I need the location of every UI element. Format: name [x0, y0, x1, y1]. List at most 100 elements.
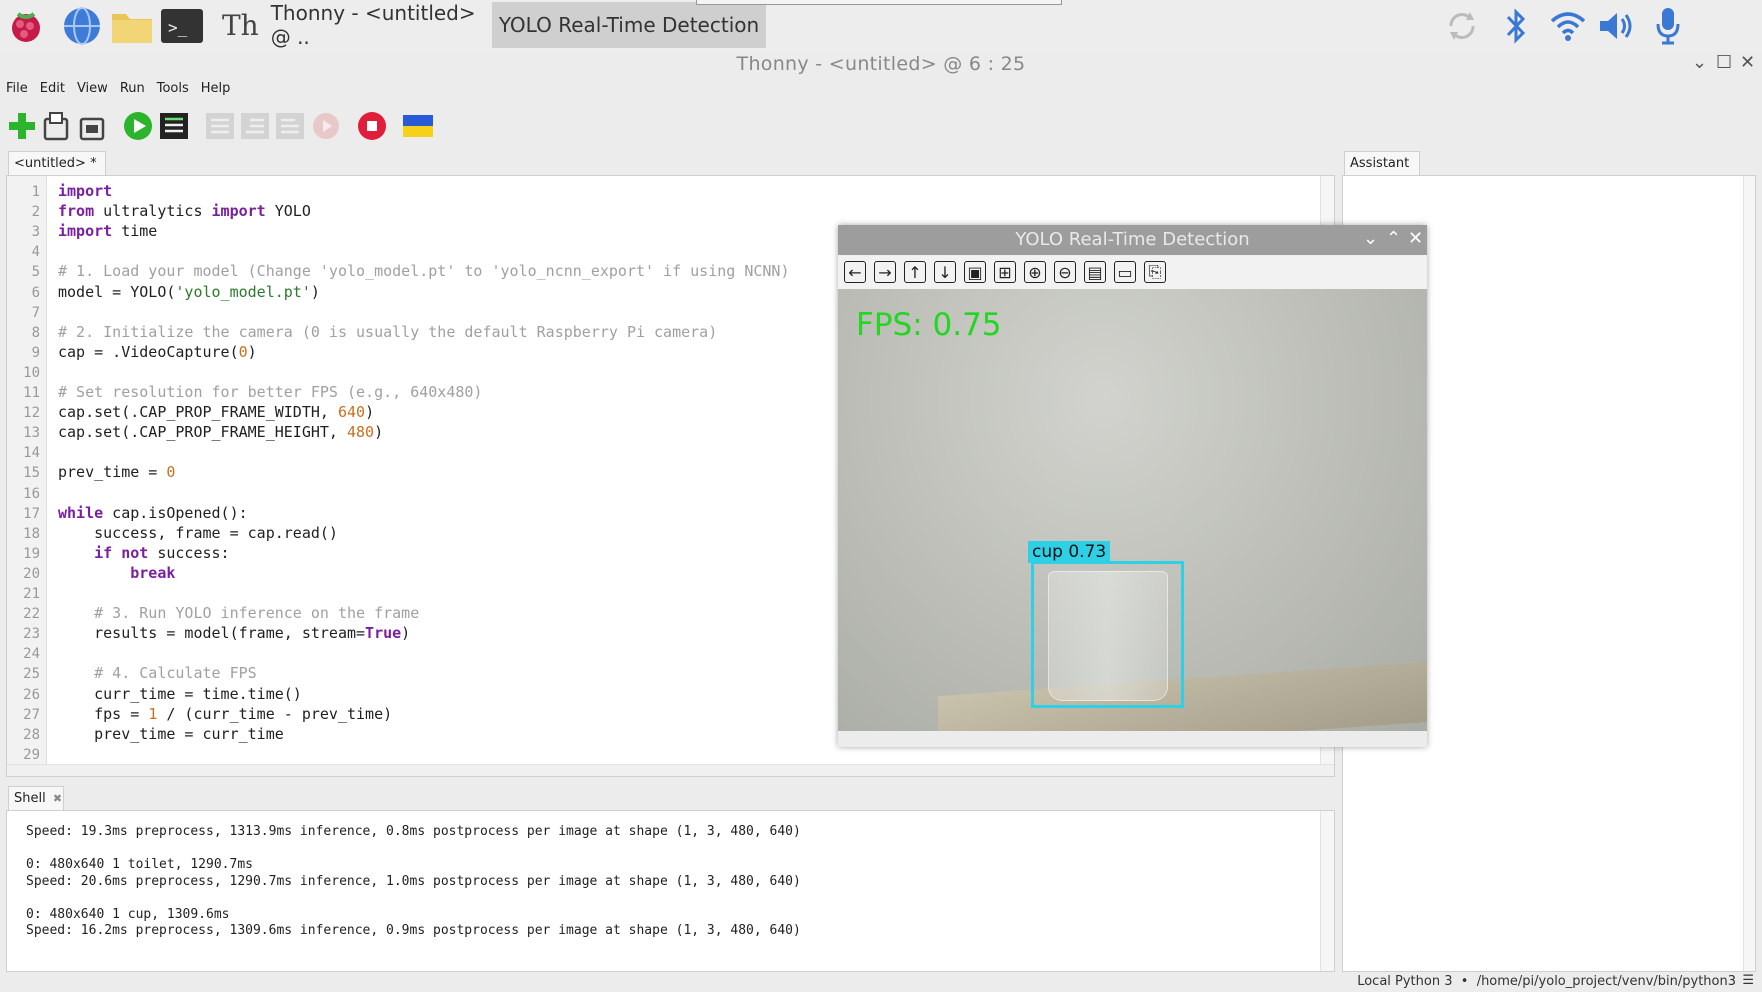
save-file-icon[interactable] [76, 110, 108, 142]
code-line[interactable]: if not success: [58, 544, 229, 562]
resume-icon[interactable] [310, 110, 342, 142]
new-file-icon[interactable] [6, 110, 38, 142]
line-number: 27 [23, 706, 40, 723]
stop-icon[interactable] [356, 110, 388, 142]
shell-panel[interactable]: Speed: 19.3ms preprocess, 1313.9ms infer… [6, 810, 1335, 972]
menu-bar: File Edit View Run Tools Help [0, 78, 236, 100]
run-icon[interactable] [122, 110, 154, 142]
tab-shell[interactable]: Shell ✖ [8, 786, 64, 811]
code-line[interactable]: import [58, 182, 121, 200]
step-over-icon[interactable] [204, 110, 236, 142]
menu-help[interactable]: Help [195, 78, 237, 100]
tab-assistant[interactable]: Assistant ✖ [1344, 151, 1420, 194]
toolbar [0, 106, 520, 146]
step-out-icon[interactable] [274, 110, 306, 142]
pan-right-icon[interactable]: → [874, 261, 896, 283]
pan-down-icon[interactable]: ↓ [934, 261, 956, 283]
raspberry-pi-menu-icon[interactable] [4, 4, 48, 48]
pan-up-icon[interactable]: ↑ [904, 261, 926, 283]
status-interpreter[interactable]: Local Python 3 • /home/pi/yolo_project/v… [1357, 974, 1736, 989]
fps-overlay: FPS: 0.75 [856, 307, 1002, 343]
close-icon[interactable]: ✕ [1408, 228, 1423, 249]
assistant-vertical-scrollbar[interactable] [1743, 176, 1755, 971]
close-tab-icon[interactable]: ✖ [53, 792, 62, 805]
wifi-icon[interactable] [1546, 4, 1590, 48]
file-manager-icon[interactable] [110, 4, 154, 48]
menu-tools[interactable]: Tools [151, 78, 195, 100]
bluetooth-icon[interactable] [1494, 4, 1538, 48]
zoom-fit-icon[interactable]: ▣ [964, 261, 986, 283]
line-number: 20 [23, 565, 40, 582]
taskbar-item-yolo[interactable]: YOLO Real-Time Detection [492, 2, 766, 48]
line-number: 4 [31, 244, 40, 261]
close-icon[interactable]: ✕ [1740, 52, 1755, 73]
top-divider [696, 0, 1062, 5]
code-line[interactable]: fps = 1 / (curr_time - prev_time) [58, 705, 392, 723]
zoom-in-icon[interactable]: ⊕ [1024, 261, 1046, 283]
code-line[interactable]: cap.set(.CAP_PROP_FRAME_WIDTH, 640) [58, 403, 374, 421]
code-line[interactable]: cap.set(.CAP_PROP_FRAME_HEIGHT, 480) [58, 423, 383, 441]
zoom-out-icon[interactable]: ⊖ [1054, 261, 1076, 283]
minimize-icon[interactable]: ⌄ [1363, 228, 1378, 249]
copy-image-icon[interactable]: ▭ [1114, 261, 1136, 283]
web-browser-icon[interactable] [60, 4, 104, 48]
microphone-icon[interactable] [1646, 4, 1690, 48]
code-line[interactable]: while cap.isOpened(): [58, 504, 248, 522]
ukraine-flag-icon[interactable] [402, 110, 434, 142]
line-number: 25 [23, 666, 40, 683]
menu-run[interactable]: Run [114, 78, 151, 100]
taskbar-item-thonny[interactable]: Th Thonny - <untitled> @ .. [222, 1, 492, 49]
code-line[interactable]: results = model(frame, stream=True) [58, 624, 410, 642]
code-line[interactable]: model = YOLO('yolo_model.pt') [58, 283, 320, 301]
code-line[interactable]: import time [58, 222, 157, 240]
taskbar-item-label: Thonny - <untitled> @ .. [270, 1, 476, 49]
save-image-icon[interactable]: ▤ [1084, 261, 1106, 283]
yolo-detection-window: YOLO Real-Time Detection ⌄ ⌃ ✕ ← → ↑ ↓ ▣… [838, 225, 1427, 747]
step-into-icon[interactable] [239, 110, 271, 142]
menu-view[interactable]: View [71, 78, 114, 100]
maximize-icon[interactable]: ☐ [1716, 52, 1732, 73]
code-line[interactable]: # 4. Calculate FPS [58, 664, 257, 682]
line-number: 11 [23, 385, 40, 401]
editor-horizontal-scrollbar[interactable] [7, 764, 1334, 776]
pan-left-icon[interactable]: ← [844, 261, 866, 283]
open-file-icon[interactable] [40, 110, 72, 142]
shell-line: 0: 480x640 1 toilet, 1290.7ms [26, 857, 253, 872]
detection-label: cup 0.73 [1028, 541, 1111, 563]
svg-text:>_: >_ [168, 18, 188, 37]
yolo-window-title[interactable]: YOLO Real-Time Detection [838, 225, 1427, 255]
camera-frame: cup 0.73 FPS: 0.75 [838, 289, 1427, 731]
code-line[interactable]: from ultralytics import YOLO [58, 202, 311, 220]
menu-file[interactable]: File [0, 78, 34, 100]
minimize-icon[interactable]: ⌄ [1692, 52, 1707, 73]
tab-untitled[interactable]: <untitled> * ✖ [8, 151, 106, 194]
properties-icon[interactable]: ⎘ [1144, 261, 1166, 283]
code-line[interactable]: # 2. Initialize the camera (0 is usually… [58, 323, 717, 341]
line-number: 28 [23, 726, 40, 743]
code-line[interactable]: curr_time = time.time() [58, 685, 302, 703]
code-line[interactable]: success, frame = cap.read() [58, 524, 338, 542]
maximize-icon[interactable]: ⌃ [1386, 228, 1401, 249]
menu-edit[interactable]: Edit [34, 78, 71, 100]
code-line[interactable]: prev_time = curr_time [58, 725, 284, 743]
line-number: 7 [31, 304, 40, 321]
code-line[interactable]: # 1. Load your model (Change 'yolo_model… [58, 262, 790, 280]
code-line[interactable]: break [58, 564, 175, 582]
tab-label: Shell [14, 791, 46, 806]
line-number: 24 [23, 646, 40, 663]
code-line[interactable]: # Set resolution for better FPS (e.g., 6… [58, 383, 482, 401]
menu-icon[interactable]: ☰ [1742, 973, 1754, 988]
line-number: 12 [23, 405, 40, 422]
code-line[interactable]: prev_time = 0 [58, 463, 175, 481]
zoom-original-icon[interactable]: ⊞ [994, 261, 1016, 283]
debug-icon[interactable] [158, 110, 190, 142]
update-icon[interactable] [1440, 4, 1484, 48]
volume-icon[interactable] [1594, 4, 1638, 48]
line-number: 17 [23, 505, 40, 522]
line-number: 6 [31, 284, 40, 301]
terminal-icon[interactable]: >_ [160, 4, 204, 48]
shell-vertical-scrollbar[interactable] [1320, 811, 1334, 971]
line-number-gutter: 1 2 3 4 5 6 7 8 9 10 11 12 13 14 15 16 17 18 19 20 21 22 23 24 2… [7, 176, 47, 776]
code-line[interactable]: # 3. Run YOLO inference on the frame [58, 604, 419, 622]
code-line[interactable]: cap = .VideoCapture(0) [58, 343, 257, 361]
